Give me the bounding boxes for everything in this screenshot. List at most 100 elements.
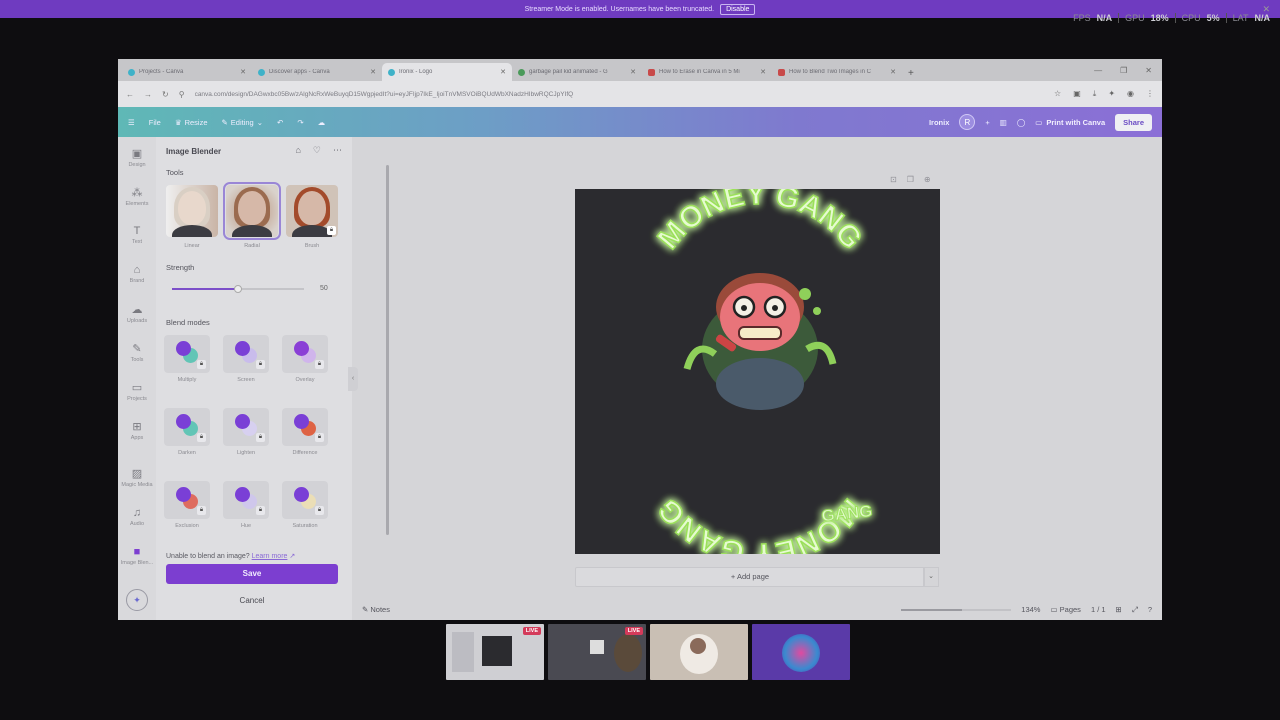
blend-mode-saturation[interactable]: 🔒︎ Saturation (278, 481, 332, 529)
scene-thumbnail-desktop-live[interactable]: LIVE (548, 624, 646, 680)
tool-radial-thumbnail (223, 182, 281, 240)
site-info-icon[interactable]: ⚲ (179, 90, 185, 99)
cloud-saved-icon[interactable]: ☁ (318, 118, 326, 127)
scene-thumbnail-canva-live[interactable]: LIVE (446, 624, 544, 680)
pages-button[interactable]: ▭ Pages (1050, 605, 1080, 614)
file-menu-button[interactable]: File (149, 118, 161, 127)
add-page-button[interactable]: + Add page (575, 567, 925, 587)
blend-mode-darken[interactable]: 🔒︎ Darken (160, 408, 214, 456)
nav-elements[interactable]: ⁂ Elements (118, 186, 156, 207)
cancel-button[interactable]: Cancel (166, 592, 338, 610)
screenshot-icon[interactable]: ▣ (1073, 89, 1081, 99)
undo-icon[interactable]: ↶ (277, 118, 283, 127)
hamburger-menu-icon[interactable]: ☰ (128, 118, 135, 127)
nav-projects[interactable]: ▭ Projects (118, 381, 156, 402)
profile-icon[interactable]: ◉ (1127, 89, 1134, 99)
add-page-options-icon[interactable]: ⌄ (923, 567, 939, 587)
close-icon[interactable]: ✕ (760, 68, 766, 76)
tool-linear[interactable]: Linear (166, 185, 218, 249)
extensions-icon[interactable]: ✦ (1108, 89, 1115, 99)
close-icon[interactable]: ✕ (890, 68, 896, 76)
design-icon: ▣ (131, 148, 143, 160)
strength-slider[interactable] (172, 285, 304, 293)
zoom-slider[interactable] (901, 608, 1012, 611)
feedback-icon[interactable]: ♡ (313, 145, 321, 156)
lock-page-icon[interactable]: ⊡ (890, 175, 897, 184)
add-page-icon[interactable]: ⊕ (924, 175, 931, 184)
reload-icon[interactable]: ↻ (162, 90, 169, 99)
minimize-icon[interactable]: — (1094, 66, 1102, 75)
fullscreen-icon[interactable]: ⤢ (1132, 605, 1138, 615)
editing-mode-button[interactable]: ✎ Editing ⌄ (222, 118, 264, 127)
nav-uploads[interactable]: ☁ Uploads (118, 303, 156, 324)
nav-audio[interactable]: ♫ Audio (118, 507, 156, 527)
browser-menu-icon[interactable]: ⋮ (1146, 89, 1154, 99)
blend-mode-difference[interactable]: 🔒︎ Difference (278, 408, 332, 456)
help-icon[interactable]: ? (1148, 605, 1152, 614)
browser-tab-google-search[interactable]: garbage pail kid animated - G ✕ (512, 63, 642, 81)
browser-tab-youtube-blend[interactable]: How to Blend Two Images in C ✕ (772, 63, 902, 81)
new-tab-icon[interactable]: + (902, 68, 920, 81)
close-icon[interactable]: ✕ (370, 68, 376, 76)
blend-mode-screen[interactable]: 🔒︎ Screen (219, 335, 273, 383)
browser-tab-projects[interactable]: Projects - Canva ✕ (122, 63, 252, 81)
strength-value[interactable]: 50 (320, 285, 328, 292)
disable-streamer-button[interactable]: Disable (720, 3, 756, 15)
live-badge: LIVE (624, 627, 643, 635)
nav-label: Audio (129, 521, 145, 527)
scene-thumbnail-brb[interactable] (752, 624, 850, 680)
close-icon[interactable]: ✕ (500, 68, 506, 76)
panel-scrollbar[interactable] (386, 165, 389, 535)
nav-design[interactable]: ▣ Design (118, 147, 156, 168)
tool-brush[interactable]: 🔒︎ Brush (286, 185, 338, 249)
maximize-icon[interactable]: ❐ (1120, 66, 1127, 75)
canva-header: ☰ File ♛ Resize ✎ Editing ⌄ ↶ ↷ ☁ Ironix R … (118, 107, 1162, 137)
redo-icon[interactable]: ↷ (297, 118, 303, 127)
blend-mode-multiply[interactable]: 🔒︎ Multiply (160, 335, 214, 383)
blend-mode-exclusion[interactable]: 🔒︎ Exclusion (160, 481, 214, 529)
bookmark-star-icon[interactable]: ☆ (1054, 89, 1061, 99)
strength-slider-handle[interactable] (234, 285, 242, 293)
url-field[interactable]: canva.com/design/DAGwxbc05Bw/zAlgNcRxWeB… (195, 91, 1044, 98)
blend-mode-label: Hue (240, 523, 252, 529)
back-icon[interactable]: ← (126, 90, 134, 99)
nav-magic-media[interactable]: ▨ Magic Media (118, 467, 156, 488)
magic-assistant-button[interactable]: ✦ (126, 589, 148, 611)
save-button[interactable]: Save (166, 564, 338, 584)
notes-button[interactable]: ✎ Notes (362, 605, 390, 614)
duplicate-page-icon[interactable]: ❐ (907, 175, 914, 184)
window-close-icon[interactable]: ✕ (1145, 66, 1152, 75)
learn-more-link[interactable]: Learn more (252, 553, 288, 560)
blend-mode-lighten[interactable]: 🔒︎ Lighten (219, 408, 273, 456)
resize-button[interactable]: ♛ Resize (175, 118, 208, 127)
zoom-level[interactable]: 134% (1021, 605, 1040, 614)
home-icon[interactable]: ⌂ (295, 145, 300, 156)
share-button[interactable]: Share (1115, 113, 1152, 131)
browser-tab-youtube-erase[interactable]: How to Erase in Canva in 5 Mi ✕ (642, 63, 772, 81)
nav-tools[interactable]: ✎ Tools (118, 342, 156, 363)
team-name[interactable]: Ironix (929, 118, 949, 127)
print-with-canva-button[interactable]: ▭ Print with Canva (1035, 118, 1105, 127)
tool-radial[interactable]: Radial (223, 182, 281, 249)
download-icon[interactable]: ⤓ (1093, 89, 1097, 99)
comment-icon[interactable]: ◯ (1017, 118, 1025, 127)
analytics-icon[interactable]: ▥ (1000, 118, 1007, 127)
scene-thumbnail-webcam[interactable] (650, 624, 748, 680)
nav-brand[interactable]: ⌂ Brand (118, 264, 156, 284)
collapse-panel-handle[interactable]: ‹ (348, 367, 358, 391)
design-canvas[interactable]: MONEY GANG MONEY GANG GANG (575, 189, 940, 554)
nav-text[interactable]: T Text (118, 225, 156, 245)
blend-mode-overlay[interactable]: 🔒︎ Overlay (278, 335, 332, 383)
nav-apps[interactable]: ⊞ Apps (118, 420, 156, 441)
browser-tab-discover-apps[interactable]: Discover apps - Canva ✕ (252, 63, 382, 81)
add-collaborator-icon[interactable]: + (985, 118, 989, 127)
more-options-icon[interactable]: ⋯ (333, 145, 342, 156)
grid-view-icon[interactable]: ⊞ (1116, 605, 1122, 614)
close-icon[interactable]: ✕ (240, 68, 246, 76)
avatar[interactable]: R (959, 114, 976, 130)
forward-icon[interactable]: → (144, 90, 152, 99)
browser-tab-ironix-logo[interactable]: Ironix - Logo ✕ (382, 63, 512, 81)
blend-mode-hue[interactable]: 🔒︎ Hue (219, 481, 273, 529)
close-icon[interactable]: ✕ (630, 68, 636, 76)
nav-image-blender[interactable]: ■ Image Blen... (118, 546, 156, 566)
